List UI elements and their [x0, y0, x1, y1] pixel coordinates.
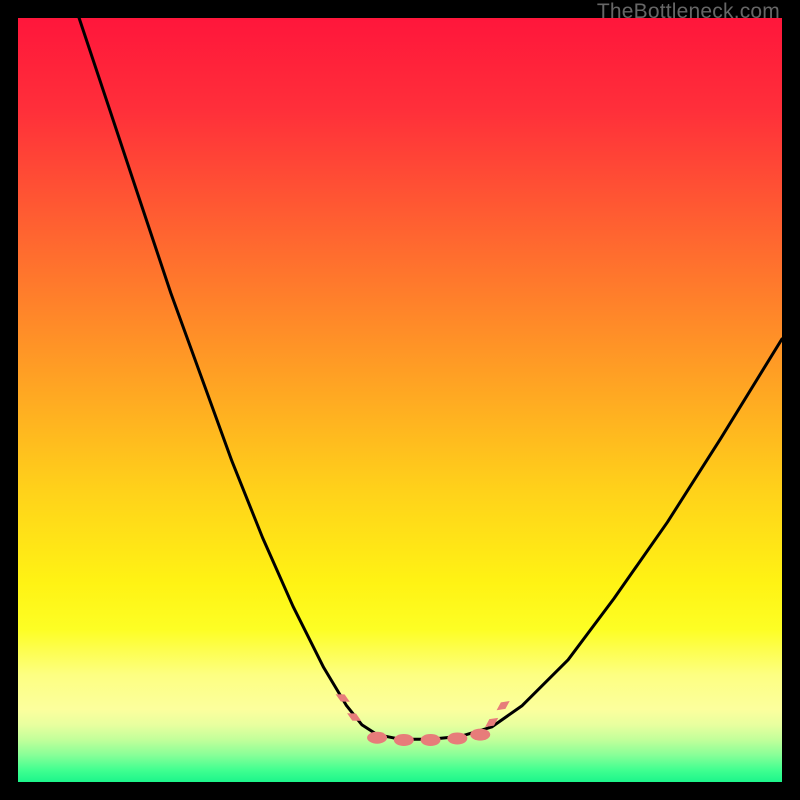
chart-frame — [18, 18, 782, 782]
chart-svg — [18, 18, 782, 782]
floor-bead-3 — [421, 734, 441, 746]
watermark-text: TheBottleneck.com — [597, 0, 780, 24]
chart-plot-area — [18, 18, 782, 782]
floor-bead-1 — [367, 732, 387, 744]
floor-bead-2 — [394, 734, 414, 746]
floor-bead-4 — [447, 732, 467, 744]
floor-bead-5 — [470, 729, 490, 741]
chart-background — [18, 18, 782, 782]
